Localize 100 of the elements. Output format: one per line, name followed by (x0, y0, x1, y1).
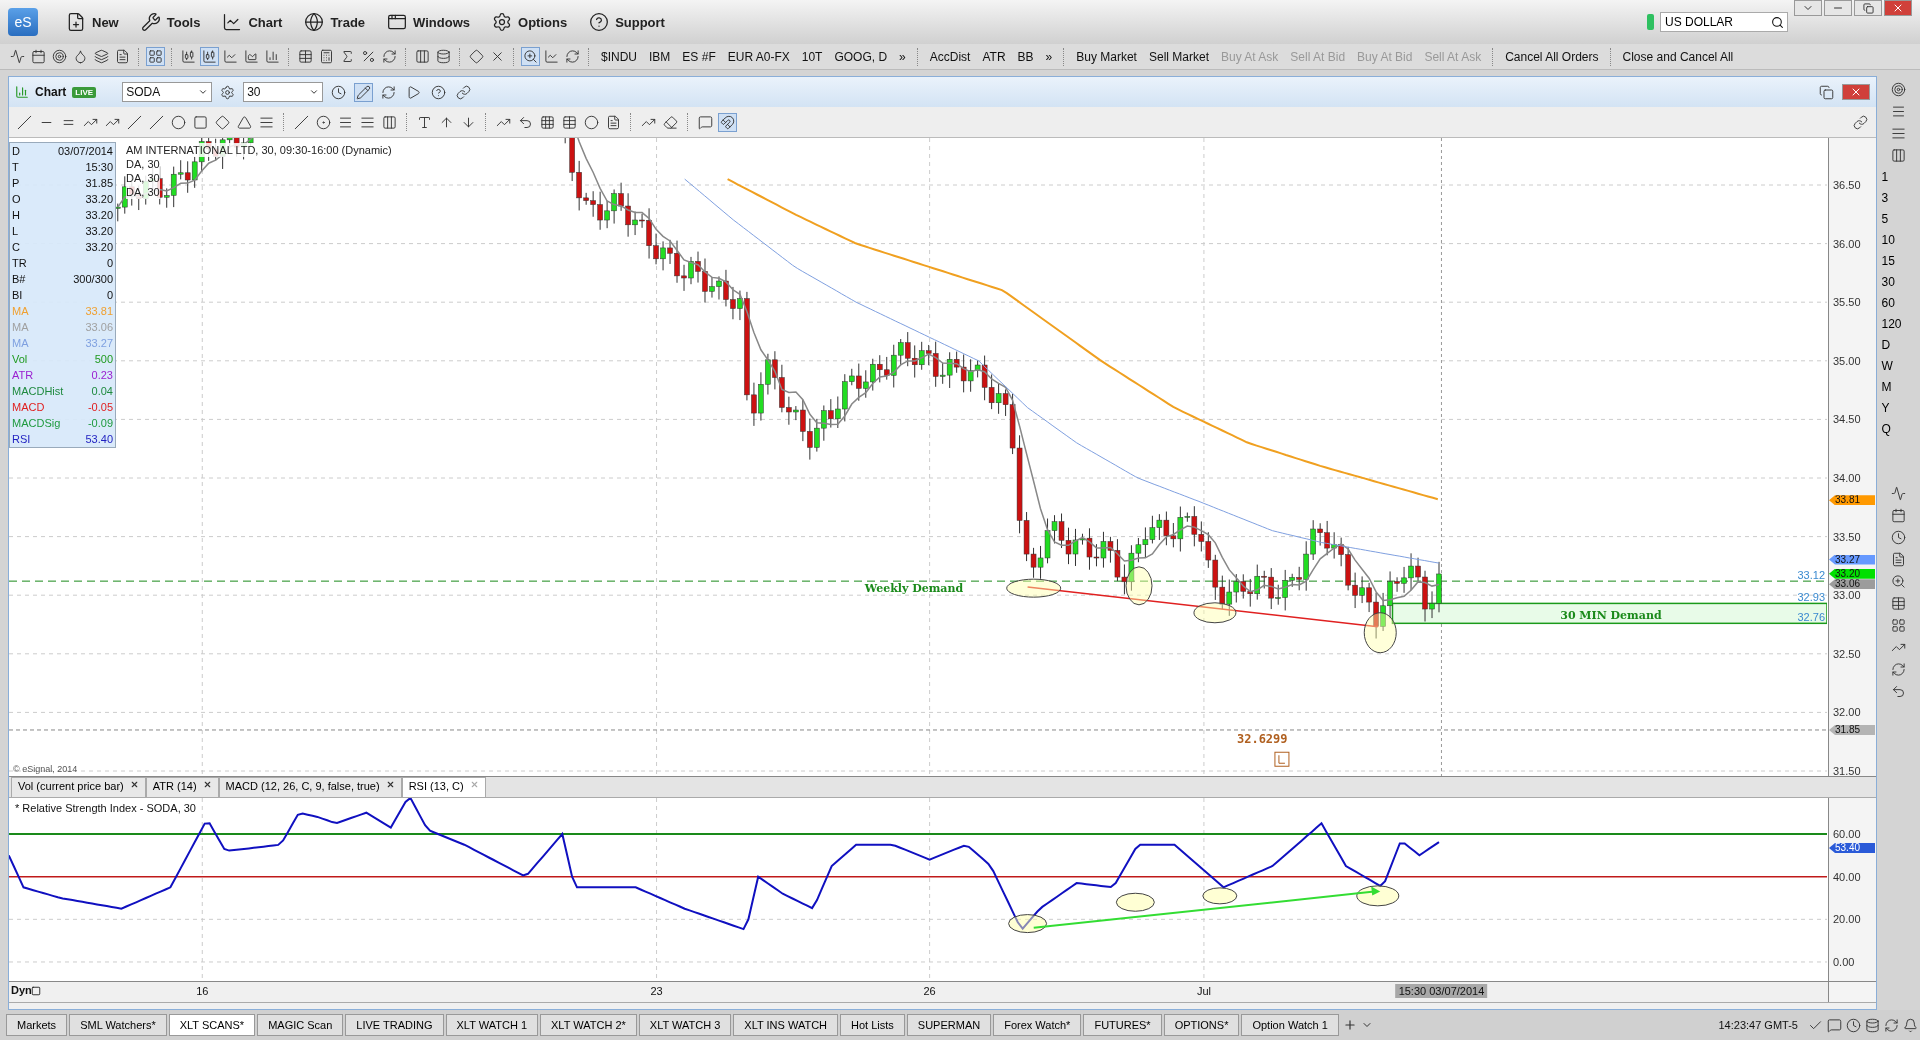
table-icon[interactable] (1889, 594, 1908, 613)
symbol-button[interactable]: 10T (796, 49, 828, 64)
data-value: 33.27 (85, 337, 113, 349)
symbol-button[interactable]: IBM (644, 49, 676, 64)
wave-icon[interactable] (1889, 484, 1908, 503)
order-button[interactable]: Buy Market (1071, 49, 1142, 64)
bar-chart-icon[interactable] (263, 47, 282, 66)
symbol-button[interactable]: EUR A0-FX (722, 49, 795, 64)
link-icon[interactable] (454, 82, 474, 102)
page-tab[interactable]: XLT INS WATCH (733, 1014, 839, 1036)
database-icon[interactable] (434, 47, 453, 66)
app-logo[interactable]: eS (8, 8, 38, 36)
study-tab[interactable]: ATR (14) (145, 777, 219, 797)
menu-button[interactable]: Windows (379, 8, 478, 36)
close-icon[interactable] (129, 780, 139, 789)
link-icon[interactable] (1851, 112, 1870, 132)
close-button[interactable] (1884, 0, 1912, 16)
order-button[interactable]: Cancel All Orders (1500, 49, 1604, 64)
line-chart-icon[interactable] (221, 47, 240, 66)
page-tab[interactable]: SML Watchers* (69, 1014, 167, 1036)
candlestick-icon[interactable] (179, 47, 198, 66)
clock-icon[interactable] (1889, 528, 1908, 547)
interval-dropdown[interactable]: 30 (243, 82, 324, 102)
page-tab[interactable]: XLT SCANS* (168, 1014, 256, 1036)
interval-button[interactable]: 10 (1881, 231, 1916, 249)
page-tab[interactable]: OPTIONS* (1163, 1014, 1240, 1036)
columns-icon[interactable] (1889, 146, 1908, 165)
menu-button[interactable]: Options (484, 8, 576, 36)
pencil-icon[interactable] (354, 82, 374, 102)
calendar-icon[interactable] (1889, 506, 1908, 525)
close-icon[interactable] (202, 780, 212, 789)
order-button[interactable]: Close and Cancel All (1617, 49, 1739, 64)
more-button[interactable]: » (894, 49, 911, 64)
maximize-button[interactable] (1854, 0, 1882, 16)
area-chart-icon[interactable] (242, 47, 261, 66)
interval-button[interactable]: Q (1881, 420, 1916, 438)
menu-button[interactable]: New (58, 8, 127, 36)
symbol-button[interactable]: ES #F (677, 49, 721, 64)
calendar-icon[interactable] (29, 47, 48, 66)
study-tab[interactable]: Vol (current price bar) (11, 777, 146, 797)
study-button[interactable]: ATR (977, 49, 1011, 64)
grid-icon[interactable] (1889, 616, 1908, 635)
layers-icon[interactable] (92, 47, 111, 66)
interval-button[interactable]: Y (1881, 399, 1916, 417)
page-tab[interactable]: Forex Watch* (993, 1014, 1082, 1036)
interval-button[interactable]: W (1881, 357, 1916, 375)
interval-button[interactable]: 1 (1881, 168, 1916, 186)
page-tab[interactable]: Hot Lists (840, 1014, 905, 1036)
interval-button[interactable]: 30 (1881, 273, 1916, 291)
close-icon[interactable] (385, 780, 395, 789)
symbol-button[interactable]: $INDU (596, 49, 642, 64)
more-button[interactable]: » (1040, 49, 1058, 64)
interval-button[interactable]: 3 (1881, 189, 1916, 207)
wave-icon[interactable] (8, 47, 27, 66)
target-icon[interactable] (1889, 80, 1908, 99)
menu-button[interactable]: Chart (214, 8, 291, 36)
interval-button[interactable]: 120 (1881, 315, 1916, 333)
zoom-icon[interactable] (1889, 572, 1908, 591)
data-label: MA (12, 337, 29, 349)
symbol-dropdown[interactable]: SODA (122, 82, 213, 102)
menu-button[interactable]: Trade (296, 8, 374, 36)
chart-icon[interactable] (542, 47, 561, 66)
minimize-button[interactable] (1824, 0, 1852, 16)
study-tab[interactable]: RSI (13, C) (401, 777, 486, 797)
page-tab[interactable]: FUTURES* (1083, 1014, 1162, 1036)
menu-button[interactable]: Support (581, 8, 673, 36)
menu-button[interactable]: Tools (132, 8, 209, 36)
interval-button[interactable]: M (1881, 378, 1916, 396)
diamond-icon[interactable] (467, 47, 486, 66)
study-button[interactable]: BB (1012, 49, 1039, 64)
interval-button[interactable]: 60 (1881, 294, 1916, 312)
page-tab[interactable]: Option Watch 1 (1241, 1014, 1339, 1036)
interval-button[interactable]: 5 (1881, 210, 1916, 228)
page-tab[interactable]: SUPERMAN (906, 1014, 992, 1036)
target-icon[interactable] (50, 47, 69, 66)
magnet-icon[interactable] (718, 112, 737, 132)
page-tab[interactable]: LIVE TRADING (345, 1014, 444, 1036)
page-tab[interactable]: XLT WATCH 3 (638, 1014, 732, 1036)
page-tab[interactable]: Markets (6, 1014, 68, 1036)
table-icon[interactable] (296, 47, 315, 66)
grid-icon[interactable] (146, 47, 165, 66)
candlestick-icon[interactable] (200, 47, 219, 66)
refresh-icon[interactable] (380, 47, 399, 66)
refresh-icon[interactable] (1889, 660, 1908, 679)
search-icon (1771, 16, 1784, 29)
search-field[interactable]: US DOLLAR (1660, 12, 1788, 32)
close-button[interactable] (1842, 84, 1870, 100)
order-button[interactable]: Sell Market (1143, 49, 1214, 64)
columns-icon[interactable] (413, 47, 432, 66)
interval-button[interactable]: D (1881, 336, 1916, 354)
zoom-icon[interactable] (521, 47, 540, 66)
axis-label: 60.00 (1833, 829, 1861, 839)
symbol-button[interactable]: GOOG, D (829, 49, 893, 64)
interval-button[interactable]: 15 (1881, 252, 1916, 270)
study-button[interactable]: AccDist (924, 49, 976, 64)
page-tab[interactable]: MAGIC Scan (257, 1014, 344, 1036)
refresh-icon[interactable] (563, 47, 582, 66)
study-tab[interactable]: MACD (12, 26, C, 9, false, true) (218, 777, 402, 797)
page-tab[interactable]: XLT WATCH 1 (445, 1014, 539, 1036)
page-tab[interactable]: XLT WATCH 2* (540, 1014, 637, 1036)
